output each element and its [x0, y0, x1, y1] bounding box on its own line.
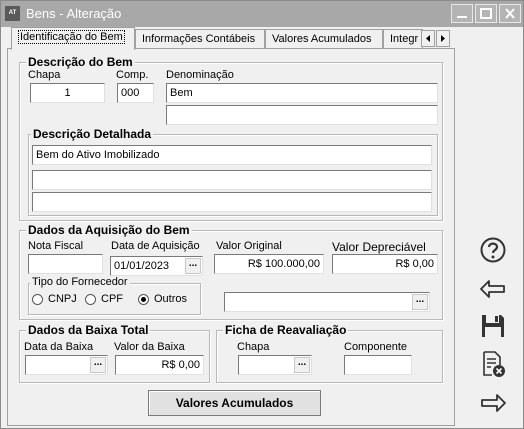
descricao-title: Descrição do Bem	[26, 55, 135, 69]
forward-arrow-icon[interactable]	[479, 389, 507, 417]
valor-original-label: Valor Original	[216, 240, 282, 252]
radio-cpf-label: CPF	[101, 293, 123, 305]
tipo-fornecedor-title: Tipo do Fornecedor	[30, 276, 130, 288]
fornecedor-field[interactable]: ...	[224, 292, 430, 312]
valor-baixa-field[interactable]: R$ 0,00	[115, 355, 204, 375]
comp-field[interactable]: 000	[117, 83, 154, 103]
data-aquisicao-field[interactable]: 01/01/2023 ...	[110, 256, 203, 276]
valores-acumulados-button[interactable]: Valores Acumulados	[148, 390, 321, 416]
reavaliacao-chapa-label: Chapa	[237, 341, 270, 353]
sidebar-toolbar	[456, 27, 523, 428]
descricao-detalhada-group: Descrição Detalhada Bem do Ativo Imobili…	[28, 127, 438, 216]
descricao-detalhada-line-3[interactable]	[32, 192, 432, 212]
radio-cnpj[interactable]	[32, 294, 43, 305]
chevron-right-icon	[441, 35, 445, 42]
back-arrow-icon[interactable]	[479, 275, 507, 303]
valor-baixa-label: Valor da Baixa	[114, 341, 185, 353]
help-icon[interactable]	[479, 236, 507, 264]
radio-outros-label: Outros	[154, 293, 188, 305]
data-baixa-field[interactable]: ...	[25, 355, 108, 375]
data-baixa-label: Data da Baixa	[24, 341, 94, 353]
denominacao-field[interactable]: Bem	[166, 83, 438, 103]
valor-original-field[interactable]: R$ 100.000,00	[214, 254, 324, 274]
close-icon	[505, 8, 515, 19]
tab-valores-acumulados[interactable]: Valores Acumulados	[265, 29, 383, 49]
reavaliacao-title: Ficha de Reavaliação	[223, 323, 349, 337]
baixa-title: Dados da Baixa Total	[26, 323, 151, 337]
denominacao-label: Denominação	[166, 69, 234, 81]
maximize-button[interactable]	[475, 4, 497, 23]
maximize-icon	[480, 8, 492, 19]
chapa-field[interactable]: 1	[30, 83, 105, 103]
tab-scroll-right-button[interactable]	[436, 30, 450, 47]
data-baixa-picker-button[interactable]: ...	[90, 357, 106, 373]
valor-depreciavel-field[interactable]: R$ 0,00	[332, 254, 438, 274]
title-bar: AT Bens - Alteração	[1, 1, 523, 27]
minimize-icon	[457, 16, 467, 18]
chapa-label: Chapa	[28, 69, 61, 81]
tipo-fornecedor-group: Tipo do Fornecedor CNPJ CPF Outros	[28, 276, 201, 315]
descricao-detalhada-title: Descrição Detalhada	[31, 127, 154, 141]
minimize-button[interactable]	[451, 4, 473, 23]
tab-scroll-left-button[interactable]	[421, 30, 435, 47]
nota-fiscal-field[interactable]	[28, 254, 103, 274]
tab-informacoes-contabeis[interactable]: Informações Contábeis	[135, 29, 265, 49]
componente-field[interactable]	[344, 355, 412, 375]
data-aquisicao-label: Data de Aquisição	[111, 240, 200, 252]
tab-strip: Identificação do Bem Informações Contábe…	[7, 27, 455, 50]
chevron-left-icon	[426, 35, 430, 42]
tab-content: Descrição do Bem Chapa 1 Comp. 000 Denom…	[7, 48, 455, 426]
close-button[interactable]	[499, 4, 521, 23]
reavaliacao-chapa-field[interactable]: ...	[238, 355, 312, 375]
tab-identificacao[interactable]: Identificação do Bem	[11, 27, 135, 50]
tab-integracao[interactable]: Integr	[383, 29, 423, 49]
app-icon: AT	[5, 6, 20, 21]
descricao-group: Descrição do Bem Chapa 1 Comp. 000 Denom…	[19, 55, 443, 221]
delete-document-icon[interactable]	[479, 350, 507, 378]
window: AT Bens - Alteração Identificação do Bem…	[0, 0, 524, 429]
descricao-detalhada-line-1[interactable]: Bem do Ativo Imobilizado	[32, 145, 432, 165]
descricao-detalhada-line-2[interactable]	[32, 170, 432, 190]
radio-cnpj-label: CNPJ	[48, 293, 77, 305]
reavaliacao-group: Ficha de Reavaliação Chapa ... Component…	[216, 323, 443, 383]
window-title: Bens - Alteração	[26, 6, 122, 21]
save-icon[interactable]	[479, 312, 507, 340]
componente-label: Componente	[344, 341, 407, 353]
aquisicao-title: Dados da Aquisição do Bem	[26, 223, 192, 237]
fornecedor-lookup-button[interactable]: ...	[412, 294, 428, 310]
baixa-group: Dados da Baixa Total Data da Baixa ... V…	[19, 323, 210, 383]
reavaliacao-chapa-lookup-button[interactable]: ...	[294, 357, 310, 373]
radio-cpf[interactable]	[85, 294, 96, 305]
radio-outros[interactable]	[138, 294, 149, 305]
nota-fiscal-label: Nota Fiscal	[28, 240, 84, 252]
comp-label: Comp.	[116, 69, 149, 81]
aquisicao-group: Dados da Aquisição do Bem Nota Fiscal Da…	[19, 223, 443, 320]
denominacao-field-2[interactable]	[166, 105, 438, 125]
date-picker-button[interactable]: ...	[185, 258, 201, 274]
valor-depreciavel-label: Valor Depreciável	[332, 240, 426, 254]
